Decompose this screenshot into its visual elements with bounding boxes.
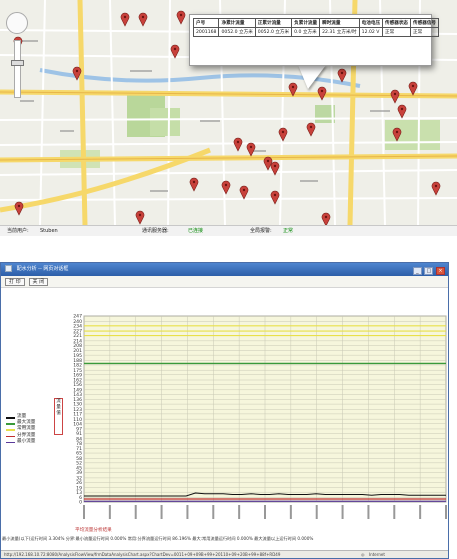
legend-swatch — [6, 441, 15, 444]
y-tick-label: 19 — [76, 485, 82, 491]
pan-control[interactable] — [6, 12, 28, 34]
y-tick-label: 97 — [76, 427, 82, 433]
dialog-title-bar[interactable]: 配水分析 -- 网页对话框 _ □ × — [1, 263, 448, 276]
current-user-label: 当前用户: — [7, 228, 29, 234]
y-tick-label: 84 — [76, 436, 82, 442]
meter-info-header-cell: 户号 — [192, 18, 220, 28]
summary-text: 最小流量(以下)运行时间 3.304% 分界:最小流量运行时间 0.000% 常… — [2, 536, 314, 541]
meter-info-header-cell: 传感器状态 — [382, 18, 412, 28]
flow-chart: 0 6 13 19 26 32 39 45 52 58 65 71 78 84 91 97 104 110 117 1… — [1, 289, 448, 525]
x-tick-label — [419, 505, 422, 519]
minimize-button[interactable]: _ — [412, 267, 422, 275]
y-tick-label: 175 — [73, 368, 82, 374]
legend-label: 最小流量 — [17, 438, 36, 444]
close-button[interactable]: 关 闭 — [28, 278, 49, 286]
y-tick-label: 227 — [73, 329, 82, 335]
meter-info-header-row: 户号 净累计流量 正累计流量 负累计流量 瞬时流量 电池电压 传感器状态 传感器信号 — [192, 18, 440, 28]
meter-info-header-cell: 负累计流量 — [291, 18, 321, 28]
maximize-button[interactable]: □ — [424, 267, 434, 275]
x-tick-label — [212, 505, 215, 519]
meter-info-cell: 0052.0 立方米 — [254, 27, 293, 37]
server-status-value: 已连接 — [188, 228, 204, 234]
meter-info-header-cell: 传感器信号 — [410, 18, 440, 28]
y-tick-label: 214 — [73, 338, 82, 344]
map-view[interactable]: 户号 净累计流量 正累计流量 负累计流量 瞬时流量 电池电压 传感器状态 传感器信号 2001… — [0, 0, 457, 225]
y-tick-label: 32 — [76, 476, 82, 482]
y-tick-label: 149 — [73, 387, 82, 393]
y-tick-label: 123 — [73, 407, 82, 413]
legend-item: 最小流量 — [6, 439, 35, 445]
x-tick-label — [315, 505, 318, 519]
alarm-status-value: 正常 — [283, 228, 294, 234]
meter-info-header-cell: 正累计流量 — [254, 18, 293, 28]
analysis-dialog: 配水分析 -- 网页对话框 _ □ × 打 印 关 闭 0 6 13 19 26 32 39… — [0, 262, 449, 559]
x-tick-label — [186, 505, 189, 519]
y-tick-label: 71 — [76, 446, 82, 452]
y-tick-label: 6 — [79, 495, 82, 501]
flow-chart-svg: 0613192632394552586571788491971041101171… — [73, 314, 447, 519]
status-zone: Internet — [369, 552, 385, 557]
legend-swatch — [6, 423, 15, 425]
y-axis-label: 流量值 — [54, 398, 63, 435]
y-tick-label: 45 — [76, 466, 82, 472]
x-tick-label — [108, 505, 111, 519]
x-tick-label — [134, 505, 137, 519]
legend-swatch — [6, 435, 15, 438]
meter-info-data-row: 2001168 0052.0 立方米 0052.0 立方米 0.0 立方米 22.31 … — [192, 27, 440, 37]
meter-info-table: 户号 净累计流量 正累计流量 负累计流量 瞬时流量 电池电压 传感器状态 传感器信号 2001… — [192, 18, 440, 37]
zoom-slider[interactable] — [14, 40, 21, 98]
print-button[interactable]: 打 印 — [5, 278, 25, 286]
meter-info-cell: 正常 — [382, 27, 412, 37]
legend-label: 常用流量 — [17, 426, 36, 432]
info-popup-tail — [298, 65, 326, 89]
x-tick-label — [264, 505, 266, 519]
y-tick-label: 162 — [73, 378, 82, 384]
x-tick-label — [341, 505, 344, 519]
y-tick-label: 240 — [73, 319, 82, 325]
dialog-title: 配水分析 -- 网页对话框 — [16, 266, 69, 272]
status-url: http://192.168.10.72:8080/AnalysisFlowVi… — [4, 552, 281, 557]
y-tick-label: 58 — [76, 456, 82, 462]
meter-info-header-cell: 电池电压 — [358, 18, 384, 28]
y-axis-label-char: 值 — [56, 411, 61, 416]
x-tick-label — [83, 505, 85, 519]
x-tick-label — [160, 505, 163, 519]
meter-info-cell: 2001168 — [192, 27, 220, 37]
meter-info-cell: 22.31 立方米/时 — [319, 27, 360, 37]
meter-info-cell: 12.02 V — [358, 27, 384, 37]
y-tick-label: 136 — [73, 397, 82, 403]
meter-info-header-cell: 瞬时流量 — [319, 18, 360, 28]
legend-label: 最大流量 — [17, 420, 36, 426]
meter-info-popup: 户号 净累计流量 正累计流量 负累计流量 瞬时流量 电池电压 传感器状态 传感器信号 2001… — [189, 14, 440, 66]
dialog-app-icon — [5, 265, 12, 272]
x-tick-label — [393, 505, 396, 519]
x-tick-label — [367, 505, 370, 519]
current-user-value: Stuben — [40, 228, 58, 234]
chart-legend: 流量 最大流量 常用流量 分界流量 最小流量 — [6, 414, 35, 445]
meter-info-cell: 0052.0 立方米 — [218, 27, 256, 37]
y-tick-label: 110 — [73, 417, 82, 423]
legend-label: 流量 — [17, 414, 27, 419]
legend-swatch — [6, 429, 15, 431]
server-label: 通讯服务器: — [142, 228, 169, 234]
meter-info-cell: 0.0 立方米 — [291, 27, 321, 37]
x-tick-label — [445, 505, 447, 519]
y-tick-label: 188 — [73, 358, 82, 364]
legend-label: 分界流量 — [17, 432, 36, 438]
zoom-slider-handle[interactable] — [11, 60, 24, 66]
meter-info-cell: 正常 — [410, 27, 440, 37]
x-tick-label — [289, 505, 292, 519]
x-tick-label — [238, 505, 241, 519]
y-tick-label: 247 — [73, 314, 82, 320]
close-window-button[interactable]: × — [436, 267, 445, 275]
browser-status-bar: http://192.168.10.72:8080/AnalysisFlowVi… — [1, 550, 448, 558]
summary-title: 平均流量分析结果 — [75, 528, 112, 533]
legend-swatch — [6, 417, 15, 419]
map-status-bar: 当前用户: Stuben 通讯服务器: 已连接 全局报警: 正常 — [0, 225, 457, 236]
internet-zone-icon: ◎ — [361, 552, 365, 557]
meter-info-header-cell: 净累计流量 — [218, 18, 256, 28]
dialog-toolbar: 打 印 关 闭 — [1, 276, 448, 288]
alarm-label: 全局报警: — [250, 228, 272, 234]
y-tick-label: 201 — [73, 348, 82, 354]
